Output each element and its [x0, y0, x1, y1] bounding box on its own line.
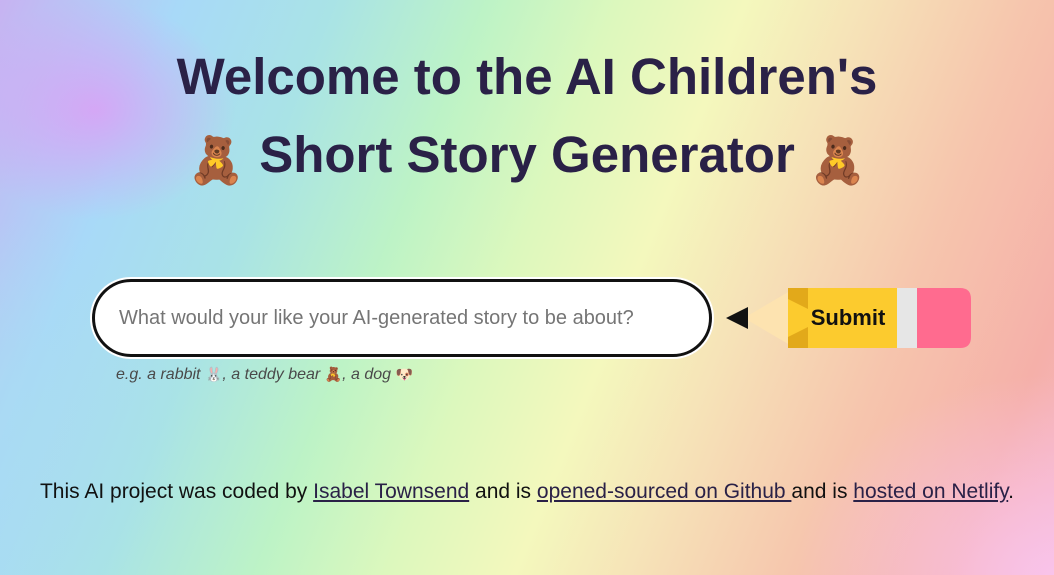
author-link[interactable]: Isabel Townsend [313, 480, 469, 503]
hint-suffix: , a dog [342, 366, 392, 383]
footer-credits: This AI project was coded by Isabel Town… [0, 478, 1054, 505]
github-link[interactable]: opened-sourced on Github [537, 480, 792, 503]
title-line-2: Short Story Generator [259, 126, 795, 183]
footer-text-2: and is [469, 480, 537, 503]
teddy-bear-icon-left: 🧸 [187, 133, 246, 187]
hint-middle: , a teddy bear [222, 366, 321, 383]
story-topic-input[interactable] [92, 279, 712, 357]
hint-prefix: e.g. a rabbit [116, 366, 201, 383]
rabbit-icon: 🐰 [204, 367, 223, 383]
story-form [92, 279, 712, 357]
title-line-1: Welcome to the AI Children's [176, 48, 878, 105]
footer-text-4: . [1008, 480, 1015, 503]
pencil-eraser [917, 288, 971, 348]
page-title: Welcome to the AI Children's 🧸 Short Sto… [0, 38, 1054, 199]
pencil-ferrule [897, 288, 917, 348]
example-hint: e.g. a rabbit 🐰, a teddy bear 🧸, a dog 🐶 [116, 366, 413, 384]
footer-text-1: This AI project was coded by [39, 480, 314, 503]
teddy-bear-icon: 🧸 [324, 367, 343, 383]
netlify-link[interactable]: hosted on Netlify [853, 480, 1008, 503]
pencil-tip [726, 307, 748, 329]
pencil-wood [744, 291, 790, 345]
submit-label: Submit [810, 305, 886, 330]
submit-button[interactable]: Submit [724, 287, 972, 349]
teddy-bear-icon-right: 🧸 [808, 133, 867, 187]
footer-text-3: and is [791, 480, 854, 503]
dog-icon: 🐶 [395, 367, 413, 383]
